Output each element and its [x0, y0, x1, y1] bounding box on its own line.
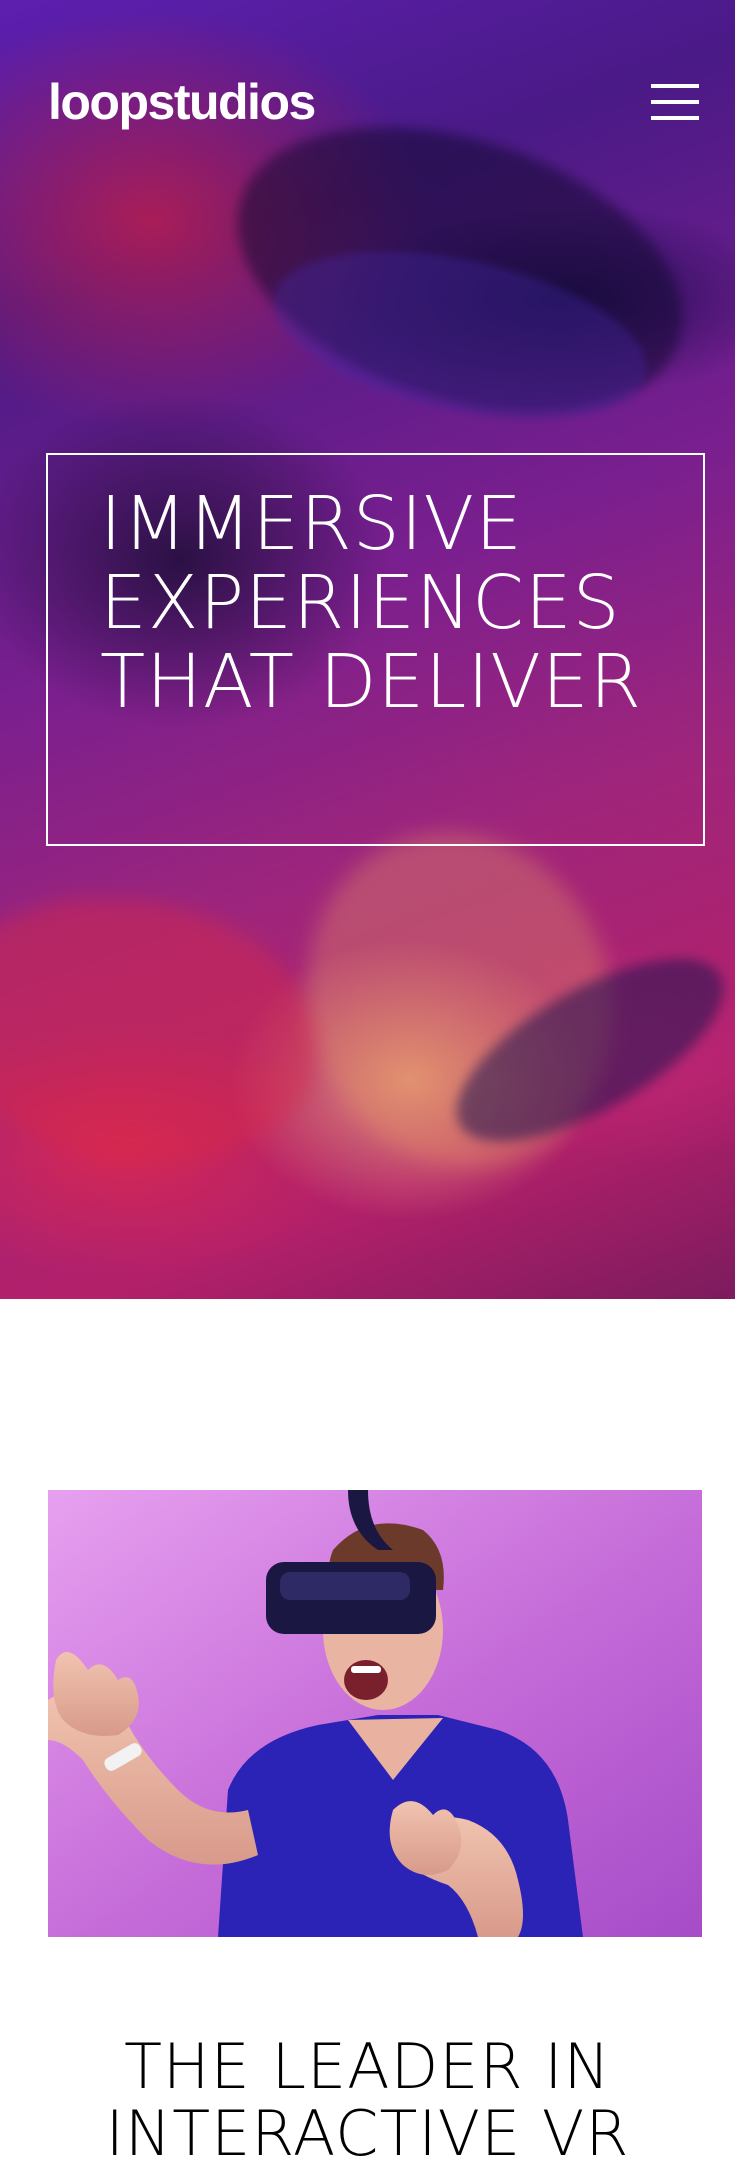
hero-bg-shape [430, 923, 735, 1177]
vr-headset-panel [280, 1572, 410, 1600]
hero-bg-shape [260, 788, 660, 1212]
logo[interactable]: loopstudios [48, 77, 316, 127]
hamburger-line [651, 116, 699, 120]
hero-headline: Immersive experiences that deliver [100, 481, 643, 725]
hamburger-line [651, 100, 699, 104]
hamburger-menu-icon[interactable] [651, 84, 699, 120]
site-header: loopstudios [48, 74, 699, 130]
vr-man-image [48, 1490, 702, 1937]
hero-headline-box: Immersive experiences that deliver [46, 453, 705, 846]
hero-bg-shape [258, 222, 662, 448]
teeth-shape [351, 1666, 381, 1673]
hamburger-line [651, 84, 699, 88]
section-title: The leader in interactive VR [105, 2030, 630, 2170]
interactive-section: The leader in interactive VR [0, 1299, 735, 2175]
hero-bg-shape [0, 868, 340, 1192]
hero-bg-shape [201, 75, 719, 465]
vr-man-illustration [48, 1490, 702, 1937]
hero-section: loopstudios Immersive experiences that d… [0, 0, 735, 1299]
